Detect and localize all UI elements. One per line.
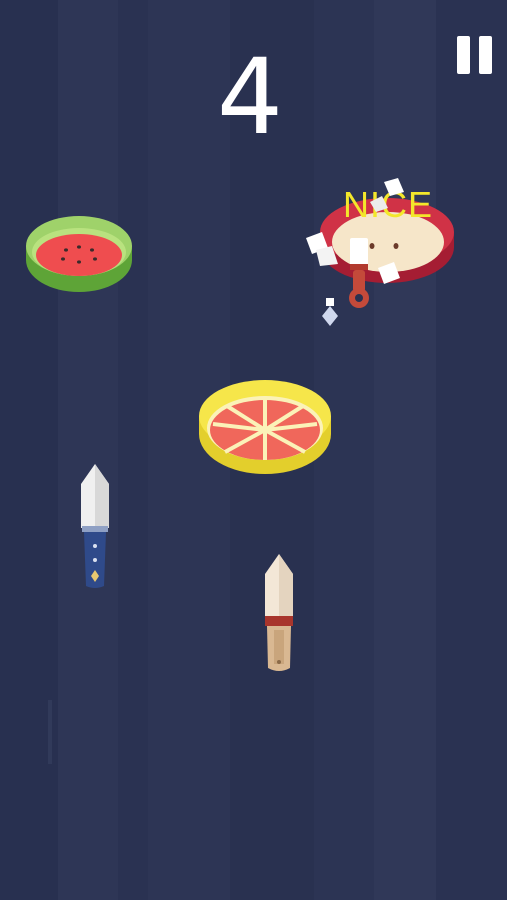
stuck-knife xyxy=(306,178,404,326)
watermelon-fruit[interactable] xyxy=(24,214,134,296)
background-lane xyxy=(58,0,118,900)
pause-button[interactable] xyxy=(450,32,498,80)
score-counter: 4 xyxy=(216,36,284,158)
background-lane xyxy=(374,0,436,900)
grapefruit-fruit[interactable] xyxy=(195,376,335,480)
lane-mark xyxy=(48,700,52,764)
player-knife-wood[interactable] xyxy=(262,552,296,676)
background-lane xyxy=(436,0,507,900)
background-lane xyxy=(0,0,58,900)
background-lane xyxy=(118,0,148,900)
player-knife-blue[interactable] xyxy=(78,462,112,592)
